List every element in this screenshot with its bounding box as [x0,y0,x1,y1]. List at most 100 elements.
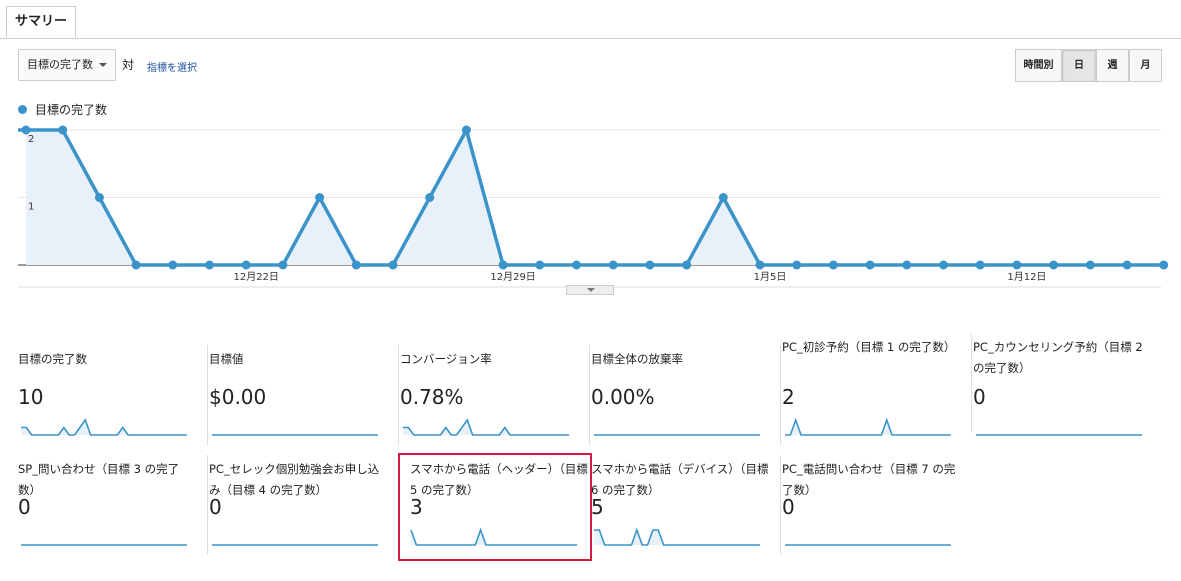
scorecard-label: PC_セレック個別勉強会お申し込み（目標 4 の完了数） [209,462,380,497]
data-point [755,260,765,270]
data-point [1159,260,1169,270]
sparkline [976,434,1142,436]
data-point [939,260,948,270]
line-chart: 2 1 12月22日 12月29日 1月5日 1月12日 [18,125,1169,288]
data-point [1122,260,1132,270]
data-point [94,193,104,202]
scorecard-value: $0.00 [209,385,267,409]
data-point [58,125,68,135]
scorecard-tile[interactable]: PC_カウンセリング予約（目標 2 の完了数） 0 [973,333,1163,437]
scorecard-label: 目標値 [209,352,244,366]
scorecard-label: スマホから電話（デバイス）（目標 6 の完了数） [591,462,769,497]
tile-divider [398,345,399,445]
sparkline [21,544,187,546]
sparkline-line [403,418,569,436]
scorecard-value: 0 [973,385,986,409]
scorecard-label: 目標全体の放棄率 [591,352,683,366]
tile-divider [398,455,399,555]
data-point [351,260,361,270]
x-tick-label: 1月5日 [754,271,787,283]
sparkline-area [21,420,187,435]
y-tick-label: 1 [28,202,34,213]
scorecard-value: 0.00% [591,385,655,409]
sparkline [21,418,187,436]
sparkline-area [594,530,760,545]
scorecard-label: PC_カウンセリング予約（目標 2 の完了数） [973,340,1143,375]
scorecard-value: 0 [18,495,31,519]
data-point [792,260,802,270]
scorecard-tile[interactable]: PC_初診予約（目標 1 の完了数） 2 [782,333,972,437]
sparkline [212,434,378,436]
data-point [535,260,545,270]
scorecard-value: 0.78% [400,385,464,409]
scorecard-label: 目標の完了数 [18,352,87,366]
x-tick-label: 12月29日 [490,271,535,283]
scorecard-tile[interactable]: スマホから電話（ヘッダー）（目標 5 の完了数） 3 [398,453,592,561]
scorecard-tile[interactable]: 目標値 $0.00 [209,345,399,449]
sparkline-line [785,417,951,436]
scorecard-tile[interactable]: スマホから電話（デバイス）（目標 6 の完了数） 5 [591,455,781,559]
data-point [131,260,141,270]
tile-divider [780,345,781,445]
data-point [498,260,508,270]
tile-divider [589,345,590,445]
data-point [865,260,875,270]
data-point [388,260,398,270]
scorecard-tile[interactable]: SP_問い合わせ（目標 3 の完了数） 0 [18,455,208,559]
data-point [718,193,728,202]
scorecard-value: 0 [782,495,795,519]
scorecard-value: 3 [410,495,423,519]
scorecard-value: 5 [591,495,604,519]
tile-divider [207,455,208,555]
data-point [425,193,435,202]
data-point [461,125,471,135]
data-point [902,260,912,270]
x-tick-label: 1月12日 [1007,271,1046,283]
scorecard-tile[interactable]: コンバージョン率 0.78% [400,345,590,449]
sparkline [403,418,569,436]
data-point [241,260,251,270]
sparkline-line [21,418,187,436]
scorecard-value: 10 [18,385,44,409]
data-point [608,260,618,270]
sparkline-line [410,527,577,546]
data-point [1012,260,1022,270]
scorecard-tile[interactable]: PC_セレック個別勉強会お申し込み（目標 4 の完了数） 0 [209,455,399,559]
tile-divider [971,333,972,433]
sparkline [785,417,951,436]
data-point [168,260,178,270]
data-point [645,260,655,270]
data-point [975,260,985,270]
y-tick-label: 2 [28,134,34,145]
scorecard-label: PC_電話問い合わせ（目標 7 の完了数） [782,462,956,497]
sparkline-area [785,420,951,435]
sparkline [410,527,577,546]
sparkline [594,527,760,546]
sparkline [785,544,951,546]
sparkline-line [594,527,760,546]
sparkline-area [403,420,569,435]
data-point [278,260,288,270]
scorecard-value: 2 [782,385,795,409]
data-point [572,260,581,270]
data-point [205,260,214,270]
chart-collapse-handle[interactable] [566,285,614,295]
sparkline [212,544,378,546]
data-point [1049,260,1059,270]
scorecard-tile[interactable]: 目標の完了数 10 [18,345,208,449]
scorecard-value: 0 [209,495,222,519]
scorecard-label: PC_初診予約（目標 1 の完了数） [782,340,956,354]
x-tick-label: 12月22日 [233,271,278,283]
scorecard-label: コンバージョン率 [400,352,492,366]
scorecard-tile[interactable]: PC_電話問い合わせ（目標 7 の完了数） 0 [782,455,972,559]
data-point [682,260,692,270]
data-point [1085,260,1095,270]
scorecard-label: SP_問い合わせ（目標 3 の完了数） [18,462,180,497]
scorecard-tile[interactable]: 目標全体の放棄率 0.00% [591,345,781,449]
scorecard-label: スマホから電話（ヘッダー）（目標 5 の完了数） [410,462,588,497]
tile-divider [780,455,781,555]
tile-divider [207,345,208,445]
sparkline [594,434,760,436]
sparkline-area [411,530,577,545]
data-point [315,193,325,202]
